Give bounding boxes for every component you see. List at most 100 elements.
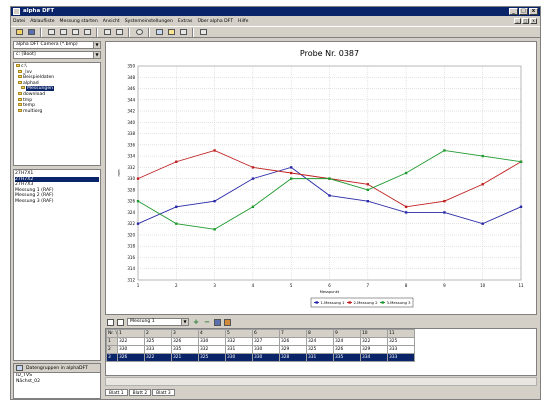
menu-extras[interactable]: Extras xyxy=(178,19,193,24)
lamp-icon[interactable] xyxy=(166,28,176,37)
measurement-select[interactable]: Messung 1 ▼ xyxy=(127,318,189,326)
measure-icon[interactable] xyxy=(70,28,80,37)
chevron-down-icon[interactable]: ▼ xyxy=(93,52,100,58)
table-cell[interactable]: 332 xyxy=(224,337,253,346)
column-header[interactable]: 10 xyxy=(359,329,388,338)
menu-ansicht[interactable]: Ansicht xyxy=(103,19,120,24)
row-header[interactable]: 2 xyxy=(106,345,118,354)
table-cell[interactable]: 335 xyxy=(332,353,361,362)
probe-icon[interactable] xyxy=(178,28,188,37)
table-cell[interactable]: 326 xyxy=(170,337,199,346)
save-table-icon[interactable] xyxy=(214,318,221,326)
minimize-button[interactable]: _ xyxy=(509,8,518,15)
print-preview-icon[interactable] xyxy=(114,28,124,37)
table-cell[interactable]: 325 xyxy=(305,345,334,354)
table-cell[interactable]: 329 xyxy=(359,345,388,354)
measure-icon[interactable] xyxy=(58,28,68,37)
column-header[interactable]: 11 xyxy=(386,329,415,338)
column-header[interactable]: 1 xyxy=(116,329,145,338)
legend-label: 1.Messung 1 xyxy=(321,300,346,305)
row-header[interactable]: 1 xyxy=(106,337,118,346)
close-button[interactable]: x xyxy=(529,8,538,15)
table-cell[interactable]: 321 xyxy=(170,353,199,362)
chevron-down-icon[interactable]: ▼ xyxy=(93,42,100,48)
table-cell[interactable]: 330 xyxy=(197,337,226,346)
table-row[interactable]: 2 330 333 335 332 331 330 329 325 326 32… xyxy=(106,345,415,354)
table-cell[interactable]: 322 xyxy=(116,337,145,346)
table-cell[interactable]: 325 xyxy=(197,353,226,362)
table-cell[interactable]: 334 xyxy=(359,353,388,362)
table-row[interactable]: 1 322 325 326 330 332 327 326 324 324 32… xyxy=(106,337,415,346)
column-header[interactable]: 2 xyxy=(143,329,172,338)
table-cell[interactable]: 333 xyxy=(143,345,172,354)
chart-view-icon[interactable] xyxy=(117,318,124,326)
column-header[interactable]: 5 xyxy=(224,329,253,338)
column-header[interactable]: 8 xyxy=(305,329,334,338)
mdi-restore-button[interactable]: □ xyxy=(522,18,529,24)
menu-ueber[interactable]: Über alpha DFT xyxy=(197,19,233,24)
open-icon[interactable] xyxy=(14,28,24,37)
measure-icon[interactable] xyxy=(46,28,56,37)
clock-icon[interactable] xyxy=(134,28,144,37)
table-cell[interactable]: 325 xyxy=(143,337,172,346)
table-cell[interactable]: 329 xyxy=(278,345,307,354)
save-icon[interactable] xyxy=(26,28,36,37)
menu-systemeinstellungen[interactable]: Systemeinstellungen xyxy=(125,19,173,24)
help-icon[interactable] xyxy=(154,28,164,37)
horizontal-scrollbar[interactable] xyxy=(105,377,537,386)
menu-datei[interactable]: Datei xyxy=(13,19,25,24)
drive-select[interactable]: c: [Boot] ▼ xyxy=(13,51,101,59)
sheet-tab[interactable]: Blatt 1 xyxy=(105,389,128,396)
list-item[interactable]: Messung 3 (RAF) xyxy=(15,199,99,205)
column-header[interactable]: 3 xyxy=(170,329,199,338)
table-cell[interactable]: 322 xyxy=(359,337,388,346)
table-cell[interactable]: 330 xyxy=(251,353,280,362)
export-table-icon[interactable] xyxy=(224,318,231,326)
mdi-minimize-button[interactable]: _ xyxy=(514,18,521,24)
data-point xyxy=(290,177,293,180)
toolbar-separator xyxy=(128,27,130,37)
row-header[interactable]: 3 xyxy=(106,353,118,362)
menu-messung-starten[interactable]: Messung starten xyxy=(60,19,98,24)
grid-view-icon[interactable] xyxy=(107,318,114,326)
device-select[interactable]: alpha DFT Camera (*.bmp) ▼ xyxy=(13,41,101,49)
mdi-close-button[interactable]: x xyxy=(530,18,537,24)
column-header[interactable]: 4 xyxy=(197,329,226,338)
add-icon[interactable]: + xyxy=(192,318,200,326)
table-cell[interactable]: 326 xyxy=(278,337,307,346)
column-header[interactable]: 7 xyxy=(278,329,307,338)
measure-icon[interactable] xyxy=(82,28,92,37)
y-tick-label: 334 xyxy=(127,154,135,159)
table-cell[interactable]: 324 xyxy=(305,337,334,346)
menu-hilfe[interactable]: Hilfe xyxy=(238,19,248,24)
table-cell[interactable]: 328 xyxy=(278,353,307,362)
table-cell[interactable]: 333 xyxy=(386,353,415,362)
table-row-selected[interactable]: 3 326 322 321 325 330 330 328 331 335 33… xyxy=(106,353,415,362)
table-cell[interactable]: 331 xyxy=(305,353,334,362)
table-cell[interactable]: 330 xyxy=(251,345,280,354)
sheet-tab[interactable]: Blatt 2 xyxy=(128,389,152,396)
table-cell[interactable]: 324 xyxy=(332,337,361,346)
table-cell[interactable]: 335 xyxy=(170,345,199,354)
remove-icon[interactable]: − xyxy=(203,318,211,326)
export-icon[interactable] xyxy=(198,28,208,37)
table-cell[interactable]: 330 xyxy=(116,345,145,354)
table-cell[interactable]: 326 xyxy=(332,345,361,354)
table-cell[interactable]: 326 xyxy=(116,353,145,362)
column-header[interactable]: 6 xyxy=(251,329,280,338)
y-tick-label: 340 xyxy=(127,120,135,125)
menu-ablaufliste[interactable]: Ablaufliste xyxy=(30,19,54,24)
column-header[interactable]: 9 xyxy=(332,329,361,338)
table-cell[interactable]: 325 xyxy=(386,337,415,346)
chevron-down-icon[interactable]: ▼ xyxy=(181,319,188,325)
tree-item[interactable]: multiorg xyxy=(16,108,98,115)
table-cell[interactable]: 330 xyxy=(224,353,253,362)
print-icon[interactable] xyxy=(102,28,112,37)
table-cell[interactable]: 333 xyxy=(386,345,415,354)
sheet-tab[interactable]: Blatt 3 xyxy=(152,389,175,396)
table-cell[interactable]: 327 xyxy=(251,337,280,346)
maximize-button[interactable]: □ xyxy=(519,8,528,15)
table-cell[interactable]: 332 xyxy=(197,345,226,354)
table-cell[interactable]: 322 xyxy=(143,353,172,362)
table-cell[interactable]: 331 xyxy=(224,345,253,354)
